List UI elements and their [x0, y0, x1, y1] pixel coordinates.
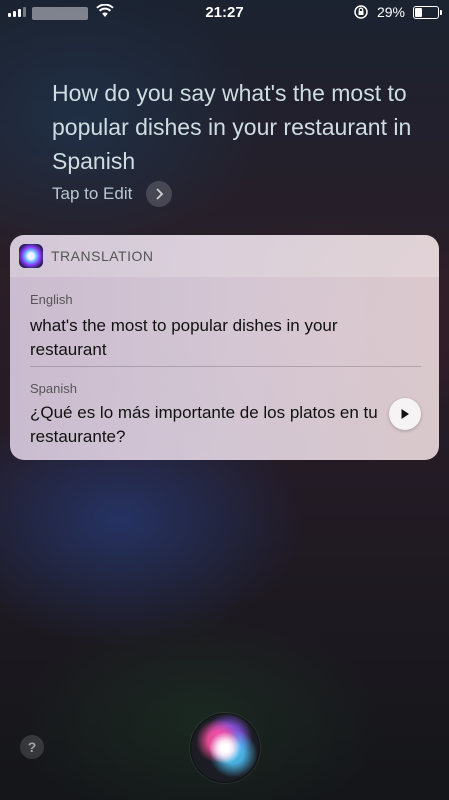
- source-phrase: what's the most to popular dishes in you…: [30, 316, 338, 359]
- battery-level-fill: [415, 8, 422, 17]
- translation-card: TRANSLATION English what's the most to p…: [10, 235, 439, 460]
- orientation-lock-icon: [353, 4, 369, 23]
- siri-query-text: How do you say what's the most to popula…: [52, 80, 412, 174]
- status-bar: 21:27 29%: [0, 0, 449, 24]
- target-language-label: Spanish: [30, 381, 77, 396]
- play-translation-button[interactable]: [389, 398, 421, 430]
- card-title: TRANSLATION: [51, 248, 154, 264]
- play-icon: [401, 409, 409, 419]
- divider: [30, 366, 421, 367]
- help-button[interactable]: ?: [20, 735, 44, 759]
- source-language-label: English: [30, 292, 73, 307]
- target-phrase: ¿Qué es lo más importante de los platos …: [30, 403, 378, 446]
- battery-icon: [413, 6, 442, 19]
- card-header: TRANSLATION: [10, 235, 439, 277]
- battery-percent: 29%: [376, 4, 405, 20]
- siri-orb-button[interactable]: [190, 713, 260, 783]
- tap-to-edit-button[interactable]: Tap to Edit: [52, 181, 173, 207]
- tap-to-edit-label: Tap to Edit: [52, 184, 133, 203]
- chevron-right-icon: [146, 181, 173, 207]
- siri-app-icon: [19, 244, 43, 268]
